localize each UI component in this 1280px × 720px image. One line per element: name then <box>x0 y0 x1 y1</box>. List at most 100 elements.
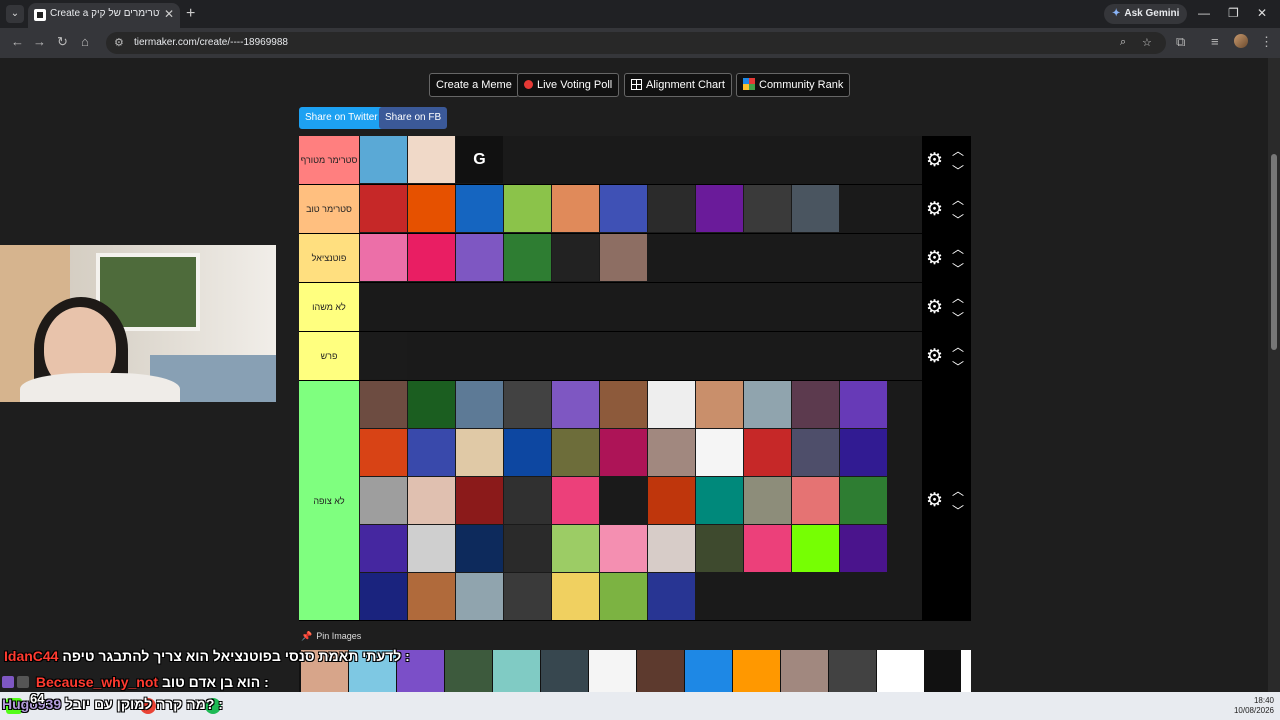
tier-item-image[interactable] <box>744 477 791 524</box>
tier-item-image[interactable] <box>504 185 551 232</box>
pool-item-image[interactable] <box>829 650 876 696</box>
pool-item-image[interactable] <box>493 650 540 696</box>
tier-item-image[interactable] <box>552 429 599 476</box>
move-up-chevron-icon[interactable]: ︿ <box>952 243 964 255</box>
move-up-chevron-icon[interactable]: ︿ <box>952 145 964 157</box>
tier-item-image[interactable] <box>744 381 791 428</box>
home-icon[interactable]: ⌂ <box>81 34 89 49</box>
menu-icon[interactable]: ⋮ <box>1260 34 1273 50</box>
move-down-chevron-icon[interactable]: ﹀ <box>952 505 964 517</box>
address-bar[interactable]: ⚙ tiermaker.com/create/----18969988 ⌕ ☆ <box>106 32 1166 54</box>
tier-item-image[interactable] <box>840 477 887 524</box>
move-down-chevron-icon[interactable]: ﹀ <box>952 214 964 226</box>
tier-item-image[interactable] <box>792 429 839 476</box>
tier-item-image[interactable] <box>600 429 647 476</box>
restore-icon[interactable]: ❐ <box>1228 6 1239 20</box>
tier-settings-gear-icon[interactable]: ⚙ <box>926 150 943 171</box>
tier-item-image[interactable] <box>456 477 503 524</box>
window-close-icon[interactable]: ✕ <box>1257 6 1267 20</box>
tier-item-image[interactable] <box>408 136 455 183</box>
tier-item-image[interactable] <box>408 573 455 620</box>
tier-item-image[interactable] <box>408 185 455 232</box>
tier-item-image[interactable] <box>648 477 695 524</box>
tier-drop-zone[interactable] <box>360 381 922 620</box>
tier-drop-zone[interactable] <box>360 283 922 331</box>
tier-item-image[interactable] <box>840 381 887 428</box>
tier-item-image[interactable] <box>360 234 407 281</box>
tier-item-image[interactable] <box>600 573 647 620</box>
tier-item-image[interactable] <box>648 381 695 428</box>
tier-item-image[interactable] <box>600 185 647 232</box>
tier-item-image[interactable] <box>360 332 407 379</box>
tier-settings-gear-icon[interactable]: ⚙ <box>926 297 943 318</box>
tier-item-image[interactable] <box>408 477 455 524</box>
tier-item-image[interactable] <box>504 573 551 620</box>
tier-item-image[interactable] <box>552 185 599 232</box>
tier-item-image[interactable]: G <box>456 136 503 183</box>
tier-item-image[interactable] <box>504 381 551 428</box>
share-fb-button[interactable]: Share on FB <box>379 107 448 129</box>
tier-item-image[interactable] <box>552 525 599 572</box>
tier-item-image[interactable] <box>552 573 599 620</box>
tier-item-image[interactable] <box>360 573 407 620</box>
tier-item-image[interactable] <box>408 525 455 572</box>
tier-settings-gear-icon[interactable]: ⚙ <box>926 346 943 367</box>
tier-settings-gear-icon[interactable]: ⚙ <box>926 491 943 511</box>
scrollbar-thumb[interactable] <box>1271 154 1277 350</box>
tier-label[interactable]: לא משהו <box>299 283 359 331</box>
tier-label[interactable]: פרש <box>299 332 359 380</box>
pool-item-image[interactable] <box>877 650 924 696</box>
minimize-icon[interactable]: — <box>1198 6 1210 20</box>
tier-label[interactable]: סטרימר מטורף <box>299 136 359 184</box>
tier-item-image[interactable] <box>840 429 887 476</box>
share-twitter-button[interactable]: Share on Twitter <box>299 107 384 129</box>
reading-list-icon[interactable]: ≡ <box>1211 34 1219 49</box>
tier-item-image[interactable] <box>696 185 743 232</box>
move-up-chevron-icon[interactable]: ︿ <box>952 341 964 353</box>
tier-item-image[interactable] <box>408 429 455 476</box>
pool-item-image[interactable] <box>733 650 780 696</box>
tier-item-image[interactable] <box>456 185 503 232</box>
tier-item-image[interactable] <box>792 477 839 524</box>
pool-item-image[interactable] <box>445 650 492 696</box>
tier-item-image[interactable] <box>792 185 839 232</box>
tier-item-image[interactable] <box>360 381 407 428</box>
tier-item-image[interactable] <box>744 429 791 476</box>
site-info-icon[interactable]: ⚙ <box>114 36 124 49</box>
move-down-chevron-icon[interactable]: ﹀ <box>952 263 964 275</box>
tier-item-image[interactable] <box>360 477 407 524</box>
new-tab-icon[interactable]: + <box>186 5 195 23</box>
tier-item-image[interactable] <box>360 429 407 476</box>
move-down-chevron-icon[interactable]: ﹀ <box>952 165 964 177</box>
ask-gemini-button[interactable]: ✦ Ask Gemini <box>1104 4 1188 24</box>
tier-item-image[interactable] <box>456 234 503 281</box>
tier-item-image[interactable] <box>552 234 599 281</box>
profile-avatar[interactable] <box>1234 34 1248 48</box>
tier-item-image[interactable] <box>744 185 791 232</box>
tier-item-image[interactable] <box>648 573 695 620</box>
pin-images-toggle[interactable]: 📌 Pin Images <box>301 631 361 642</box>
tier-item-image[interactable] <box>504 234 551 281</box>
tier-item-image[interactable] <box>648 185 695 232</box>
tier-item-image[interactable] <box>696 525 743 572</box>
back-icon[interactable]: ← <box>11 34 24 49</box>
tier-item-image[interactable] <box>792 525 839 572</box>
zoom-icon[interactable]: ⌕ <box>1120 36 1126 49</box>
tier-drop-zone[interactable] <box>360 332 922 380</box>
tier-item-image[interactable] <box>600 234 647 281</box>
pool-scrollbar[interactable] <box>961 650 971 694</box>
tab-search-icon[interactable]: ⌄ <box>6 5 24 23</box>
tier-item-image[interactable] <box>456 525 503 572</box>
tier-item-image[interactable] <box>456 573 503 620</box>
tier-item-image[interactable] <box>696 477 743 524</box>
alignment-chart-button[interactable]: Alignment Chart <box>624 73 732 97</box>
community-rank-button[interactable]: Community Rank <box>736 73 851 97</box>
tier-label[interactable]: סטרימר טוב <box>299 185 359 233</box>
tier-item-image[interactable] <box>504 429 551 476</box>
tier-item-image[interactable] <box>360 136 407 183</box>
tier-item-image[interactable] <box>600 477 647 524</box>
tier-item-image[interactable] <box>744 525 791 572</box>
forward-icon[interactable]: → <box>33 34 46 49</box>
tier-item-image[interactable] <box>552 477 599 524</box>
move-down-chevron-icon[interactable]: ﹀ <box>952 361 964 373</box>
